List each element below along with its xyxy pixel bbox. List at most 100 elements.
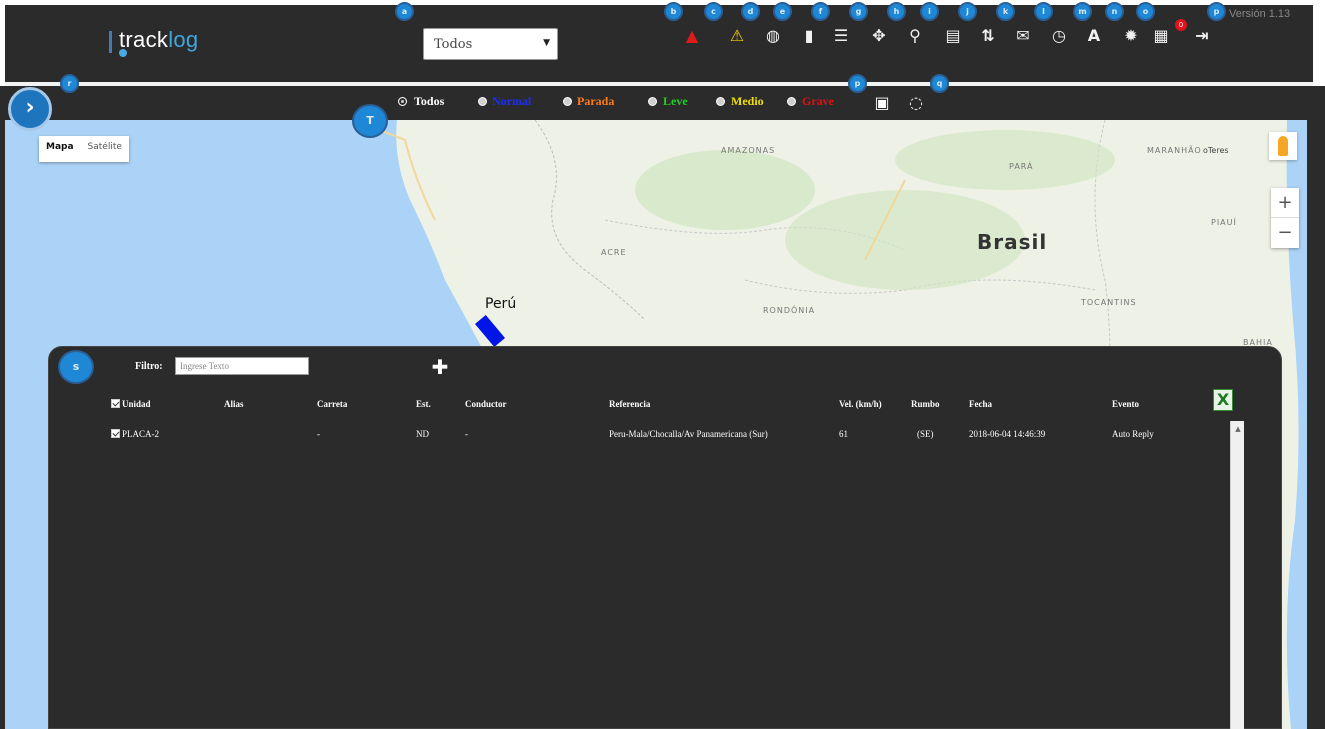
column-header-9[interactable]: Evento [1112,399,1139,409]
cell-text: (SE) [917,429,934,439]
map-label-piaui: PIAUÍ [1211,218,1237,227]
annotation-marker: c [704,2,723,21]
row-checkbox[interactable] [111,429,120,438]
column-header-2[interactable]: Carreta [317,399,347,409]
logo-suffix: log [168,27,199,52]
annotation-marker: a [395,2,414,21]
filter-radio-normal[interactable] [478,97,487,106]
column-header-5[interactable]: Referencia [609,399,650,409]
map-label-peru: Perú [485,296,517,312]
annotation-marker: d [741,2,760,21]
column-header-label: Fecha [969,399,992,409]
column-header-0[interactable]: Unidad [111,399,151,409]
annotation-marker: j [958,2,977,21]
street-view-icon[interactable] [1269,132,1297,160]
cell-text: Auto Reply [1112,429,1154,439]
grid-icon[interactable]: ▦ [1150,25,1172,45]
map-label-brasil: Brasil [977,230,1048,254]
scroll-up-icon[interactable]: ▲ [1231,423,1245,435]
forest-area [635,150,815,230]
column-header-label: Est. [416,399,431,409]
filter-radio-medio[interactable] [716,97,725,106]
column-header-1[interactable]: Alias [224,399,244,409]
unit-select-value: Todos [434,37,473,52]
version-label: Versión 1.13 [1229,8,1291,20]
annotation-marker: p [848,74,867,93]
app-window: tracklog Todos ▼ ▲ ⚠ ◍ ▮ ☰ ✥ ⚲ ▤ ⇅ ✉ ◷ A ✹ ▦ ⇥ 0 Versi… [0,0,1325,729]
zoom-out-button[interactable]: − [1271,218,1299,248]
annotation-marker: l [1034,2,1053,21]
alarm-bell-icon[interactable]: ▲ [681,25,703,45]
select-all-checkbox[interactable] [111,399,120,408]
gear-icon[interactable]: ✹ [1120,25,1142,45]
column-header-6[interactable]: Vel. (km/h) [839,399,882,409]
annotation-marker: e [773,2,792,21]
cell-conductor: - [465,429,468,439]
units-panel: Filtro: Ingrese Texto ✚ X Unidad Alias Car… [48,346,1282,729]
annotation-marker: T [352,104,388,138]
zoom-in-button[interactable]: + [1271,188,1299,218]
cell-carreta: - [317,429,320,439]
border-line [534,120,646,321]
file-list-icon[interactable]: ▤ [942,25,964,45]
column-header-7[interactable]: Rumbo [911,399,940,409]
chevron-down-icon: ▼ [543,38,550,48]
map-label-para: PARÁ [1009,162,1034,171]
cell-fecha: 2018-06-04 14:46:39 [969,429,1045,439]
annotation-marker: q [930,74,949,93]
cell-referencia: Peru-Mala/Chocalla/Av Panamericana (Sur) [609,429,768,439]
pin-icon[interactable]: ✚ [425,353,455,381]
column-header-3[interactable]: Est. [416,399,431,409]
column-header-label: Conductor [465,399,507,409]
annotation-marker: g [849,2,868,21]
route-icon[interactable]: ✥ [868,25,890,45]
filter-radio-grave[interactable] [787,97,796,106]
font-icon[interactable]: A [1083,25,1105,45]
list-report-icon[interactable]: ☰ [830,25,852,45]
cell-text: ND [416,429,429,439]
warning-icon[interactable]: ⚠ [726,25,748,45]
table-scrollbar[interactable]: ▲ [1230,421,1244,729]
map-label-rondonia: RONDÔNIA [763,306,816,315]
mail-icon[interactable]: ✉ [1012,25,1034,45]
bus-icon[interactable]: ▣ [871,92,893,114]
cell-text: Peru-Mala/Chocalla/Av Panamericana (Sur) [609,429,768,439]
cell-vel: 61 [839,429,848,439]
map-label-teresina: oTeres [1203,146,1229,155]
filter-label-normal: Normal [492,94,532,108]
map-label-tocantins: TOCANTINS [1081,298,1137,307]
sort-updown-icon[interactable]: ⇅ [977,25,999,45]
annotation-marker: n [1105,2,1124,21]
unit-select[interactable]: Todos ▼ [423,28,558,60]
globe-icon[interactable]: ◍ [762,25,784,45]
clock-icon[interactable]: ◷ [1048,25,1070,45]
annotation-marker: k [996,2,1015,21]
document-icon[interactable]: ▮ [798,25,820,45]
annotation-marker: m [1073,2,1092,21]
sidebar-toggle-button[interactable]: › [8,87,52,131]
cell-text: 2018-06-04 14:46:39 [969,429,1046,439]
map-border-right [1307,86,1325,729]
excel-export-icon[interactable]: X [1213,389,1233,411]
annotation-marker: s [58,350,94,384]
map-type-map[interactable]: Mapa [39,136,81,162]
map-label-amazonas: AMAZONAS [721,146,776,155]
filter-radio-leve[interactable] [648,97,657,106]
cell-unidad: PLACA-2 [111,429,159,439]
forest-area [895,130,1115,190]
filter-radio-todos[interactable] [398,97,407,106]
zoom-control: + − [1271,188,1299,248]
cell-evento: Auto Reply [1112,429,1154,439]
map-type-satellite[interactable]: Satélite [81,136,129,162]
filter-input[interactable]: Ingrese Texto [175,357,309,375]
column-header-label: Unidad [122,399,151,409]
lasso-select-icon[interactable]: ◌ [905,92,927,114]
logout-icon[interactable]: ⇥ [1191,25,1213,45]
filter-label-parada: Parada [577,94,615,108]
cell-est: ND [416,429,429,439]
filter-radio-parada[interactable] [563,97,572,106]
column-header-4[interactable]: Conductor [465,399,507,409]
location-pin-icon[interactable]: ⚲ [904,25,926,45]
column-header-8[interactable]: Fecha [969,399,992,409]
column-header-label: Referencia [609,399,651,409]
